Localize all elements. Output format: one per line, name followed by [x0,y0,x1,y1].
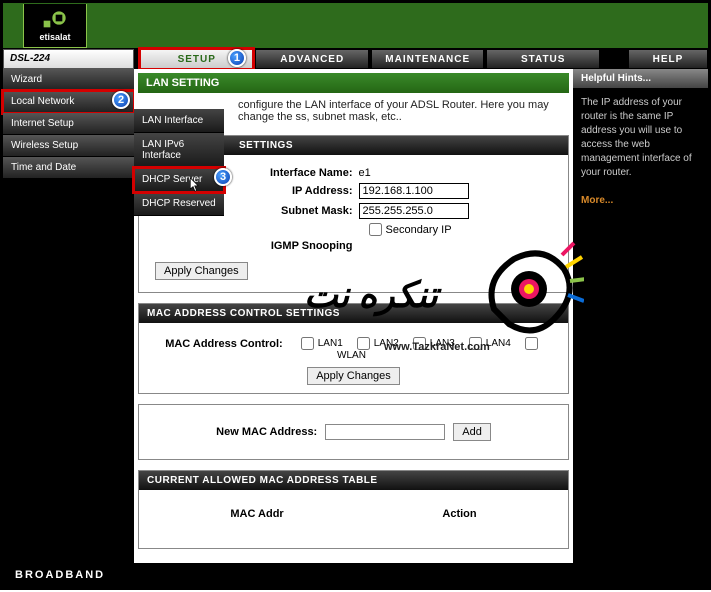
submenu-dhcp-reserved[interactable]: DHCP Reserved [134,192,224,216]
sidebar-item-time-date[interactable]: Time and Date [3,157,134,179]
apply-changes-mac-button[interactable]: Apply Changes [307,367,400,385]
secondary-ip-label: Secondary IP [386,224,452,236]
mac-control-row: MAC Address Control: LAN1 LAN2 LAN3 LAN4… [151,337,556,361]
mac-lan1-checkbox[interactable] [301,337,314,350]
sidebar-item-internet-setup[interactable]: Internet Setup [3,113,134,135]
main-tabs: SETUP 1 ADVANCED MAINTENANCE STATUS HELP [134,49,708,69]
submenu-lan-interface[interactable]: LAN Interface [134,109,224,133]
apply-changes-settings-button[interactable]: Apply Changes [155,262,248,280]
section-title: LAN SETTING [138,73,569,93]
ip-address-input[interactable] [359,183,469,199]
mac-wlan-checkbox[interactable] [525,337,538,350]
router-admin-window: etisalat DSL-224 SETUP 1 ADVANCED MAINTE… [0,0,711,590]
footer-bar: BROADBAND [3,563,708,587]
mac-control-panel-title: MAC ADDRESS CONTROL SETTINGS [139,304,568,323]
subnet-mask-input[interactable] [359,203,469,219]
cursor-icon [190,178,200,192]
sidebar-item-local-network[interactable]: Local Network 2 [3,91,134,113]
mac-wlan-label: WLAN [337,350,366,361]
mac-lan1-label: LAN1 [318,338,343,349]
tab-setup-label: SETUP [178,54,216,65]
content-area: Wizard Local Network 2 Internet Setup Wi… [3,69,708,563]
sidebar-item-wireless-setup[interactable]: Wireless Setup [3,135,134,157]
help-more-link[interactable]: More... [581,195,613,206]
igmp-snooping-label: IGMP Snooping [199,240,359,252]
mac-control-panel: MAC ADDRESS CONTROL SETTINGS MAC Address… [138,303,569,394]
help-sidebar: Helpful Hints... The IP address of your … [573,69,708,563]
badge-3: 3 [214,168,232,186]
nav-row: DSL-224 SETUP 1 ADVANCED MAINTENANCE STA… [3,49,708,69]
tab-setup[interactable]: SETUP 1 [140,49,253,69]
new-mac-input[interactable] [325,424,445,440]
tab-maintenance[interactable]: MAINTENANCE [371,49,484,69]
mac-table-panel: CURRENT ALLOWED MAC ADDRESS TABLE MAC Ad… [138,470,569,549]
mac-lan3-checkbox[interactable] [413,337,426,350]
add-mac-button[interactable]: Add [453,423,491,441]
mac-table-col-addr: MAC Addr [230,508,283,520]
mac-table-header: MAC Addr Action [151,498,556,540]
sidebar: Wizard Local Network 2 Internet Setup Wi… [3,69,134,563]
mac-table-title: CURRENT ALLOWED MAC ADDRESS TABLE [139,471,568,490]
sidebar-item-label: Local Network [11,96,74,107]
mac-lan3-label: LAN3 [430,338,455,349]
new-mac-panel: New MAC Address: Add [138,404,569,460]
mac-lan2-label: LAN2 [374,338,399,349]
mac-lan4-checkbox[interactable] [469,337,482,350]
mac-control-label: MAC Address Control: [165,338,283,350]
help-title: Helpful Hints... [573,69,708,88]
submenu-lan-ipv6-interface[interactable]: LAN IPv6 Interface [134,133,224,168]
etisalat-logo-icon [41,10,69,30]
mac-lan4-label: LAN4 [486,338,511,349]
badge-2: 2 [112,91,130,109]
submenu-local-network: LAN Interface LAN IPv6 Interface DHCP Se… [134,109,224,216]
new-mac-label: New MAC Address: [216,426,317,438]
brand-logo: etisalat [23,4,87,48]
tab-status[interactable]: STATUS [486,49,599,69]
tab-help[interactable]: HELP [628,49,708,69]
tab-advanced[interactable]: ADVANCED [255,49,368,69]
help-text: The IP address of your router is the sam… [581,97,692,178]
secondary-ip-checkbox[interactable] [369,223,382,236]
sidebar-item-wizard[interactable]: Wizard [3,69,134,91]
model-label: DSL-224 [3,49,134,69]
help-body: The IP address of your router is the sam… [573,88,708,222]
section-desc-text: configure the LAN interface of your ADSL… [238,99,549,123]
top-header: etisalat [3,3,708,49]
interface-name-value: e1 [359,167,509,179]
mac-table-col-action: Action [442,508,476,520]
badge-1: 1 [228,49,246,67]
submenu-dhcp-server[interactable]: DHCP Server 3 [134,168,224,192]
mac-lan2-checkbox[interactable] [357,337,370,350]
brand-name-text: etisalat [39,32,70,42]
